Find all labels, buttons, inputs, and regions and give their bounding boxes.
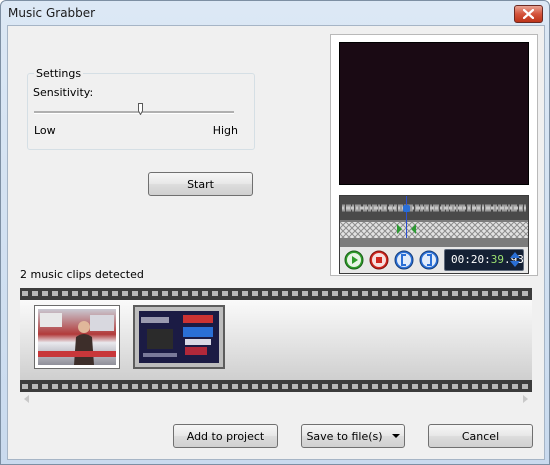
scroll-left-button[interactable] — [20, 392, 34, 406]
clip-1-image — [38, 309, 116, 365]
window-title: Music Grabber — [8, 6, 96, 20]
sprocket-holes-bottom — [20, 382, 532, 392]
close-button[interactable] — [514, 5, 543, 23]
start-button[interactable]: Start — [148, 172, 253, 196]
range-markers[interactable] — [340, 196, 528, 248]
playback-controls: 00:20:39.93 — [339, 247, 529, 274]
save-to-files-button[interactable]: Save to file(s) — [301, 424, 405, 448]
sprocket-holes-top — [20, 289, 532, 299]
sensitivity-slider-thumb[interactable] — [138, 103, 143, 115]
sensitivity-label: Sensitivity: — [33, 86, 94, 99]
filmstrip-scrollbar[interactable] — [20, 392, 532, 406]
add-to-project-button[interactable]: Add to project — [173, 424, 278, 448]
settings-group: Settings Sensitivity: Low High — [27, 67, 255, 150]
cancel-button[interactable]: Cancel — [428, 424, 533, 448]
title-bar[interactable]: Music Grabber — [1, 1, 549, 25]
clip-thumbnail-1[interactable] — [34, 305, 120, 369]
mark-out-icon[interactable] — [419, 250, 439, 270]
mark-in-icon[interactable] — [394, 250, 414, 270]
arrow-left-icon — [24, 395, 29, 403]
time-spinner-icon[interactable] — [510, 252, 520, 267]
stop-icon[interactable] — [369, 250, 389, 270]
play-icon[interactable] — [344, 250, 364, 270]
settings-group-label: Settings — [34, 67, 84, 80]
low-label: Low — [34, 124, 56, 137]
high-label: High — [212, 124, 238, 137]
music-grabber-window: Music Grabber Settings Sensitivity: Low … — [0, 0, 550, 465]
range-start-marker — [397, 224, 402, 234]
filmstrip — [20, 288, 532, 392]
dialog-body: Settings Sensitivity: Low High Start 00:… — [7, 25, 545, 460]
save-to-files-label: Save to file(s) — [306, 429, 383, 443]
preview-panel: 00:20:39.93 — [330, 34, 538, 276]
arrow-right-icon — [523, 395, 528, 403]
clip-strip — [20, 300, 532, 380]
playhead[interactable] — [403, 196, 410, 238]
playhead-knob[interactable] — [403, 205, 410, 212]
close-icon — [523, 9, 534, 19]
clip-thumbnail-2[interactable] — [133, 305, 225, 369]
add-to-project-label: Add to project — [186, 429, 265, 443]
sensitivity-slider[interactable] — [34, 111, 234, 114]
video-preview — [339, 42, 529, 185]
range-end-marker — [411, 224, 416, 234]
clips-detected-label: 2 music clips detected — [20, 268, 144, 281]
dropdown-arrow-icon — [391, 434, 400, 438]
timeline[interactable] — [339, 195, 529, 249]
cancel-label: Cancel — [461, 429, 500, 443]
clip-2-image — [139, 311, 219, 363]
scroll-right-button[interactable] — [518, 392, 532, 406]
time-display[interactable]: 00:20:39.93 — [444, 249, 524, 271]
